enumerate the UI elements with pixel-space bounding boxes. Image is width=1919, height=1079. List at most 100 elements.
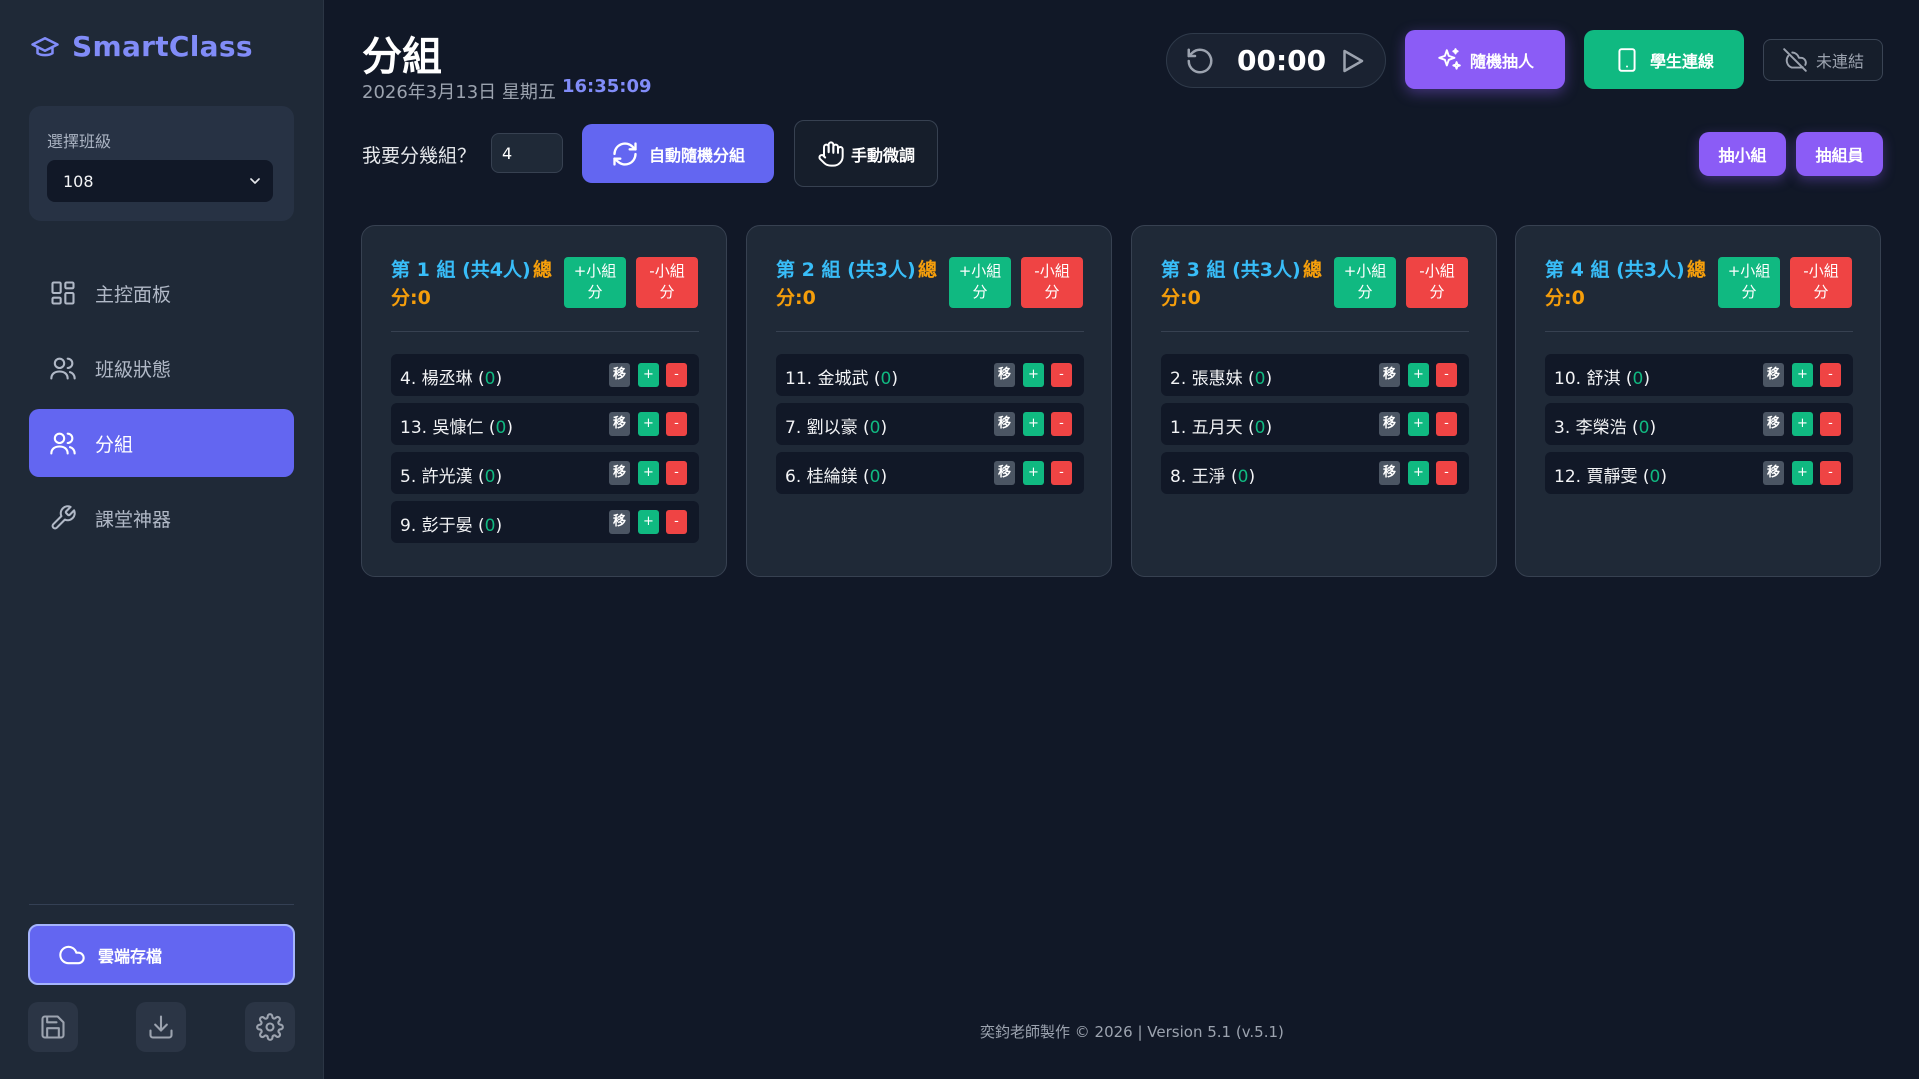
add-member-point-button[interactable]: + [1408,363,1429,387]
subtract-member-point-button[interactable]: - [666,461,687,485]
group-score-value: 0 [1187,287,1201,309]
move-member-button[interactable]: 移 [994,461,1015,485]
subtract-member-point-button[interactable]: - [1820,412,1841,436]
move-member-button[interactable]: 移 [1379,412,1400,436]
add-member-point-button[interactable]: + [1792,363,1813,387]
move-member-button[interactable]: 移 [1379,363,1400,387]
group-score-value: 0 [1571,287,1585,309]
member-name-text: 12. 賈靜雯 [1554,467,1638,487]
sidebar-item-grouping[interactable]: 分組 [29,409,294,477]
cloud-save-button[interactable]: 雲端存檔 [28,924,295,985]
auto-group-button[interactable]: 自動隨機分組 [582,124,774,183]
sidebar-item-class-status[interactable]: 班級狀態 [29,334,294,402]
users-icon [50,432,76,455]
connection-status-label: 未連結 [1815,52,1864,71]
member-row: 11. 金城武 (0) 移 + - [776,354,1084,396]
users-icon [50,357,76,380]
group-card-divider [391,331,699,332]
move-member-button[interactable]: 移 [1379,461,1400,485]
pick-member-button[interactable]: 抽組員 [1796,132,1883,176]
connection-status-button[interactable]: 未連結 [1763,39,1883,81]
move-member-button[interactable]: 移 [994,363,1015,387]
add-group-score-button[interactable]: +小組分 [564,257,626,308]
move-member-button[interactable]: 移 [609,363,630,387]
subtract-member-point-button[interactable]: - [666,412,687,436]
class-select[interactable]: 108 [47,160,273,202]
class-selector-panel: 選擇班級 108 [29,106,294,221]
move-member-button[interactable]: 移 [994,412,1015,436]
class-selector-label: 選擇班級 [47,132,112,151]
random-pick-button[interactable]: 隨機抽人 [1405,30,1565,89]
group-card-header: 第 3 組 (共3人) 總分:0 +小組分 -小組分 [1161,256,1469,312]
subtract-group-score-button[interactable]: -小組分 [1021,257,1083,308]
subtract-group-score-button[interactable]: -小組分 [1790,257,1852,308]
group-count-input[interactable] [491,133,563,173]
subtract-member-point-button[interactable]: - [1820,461,1841,485]
move-member-button[interactable]: 移 [1763,412,1784,436]
group-score-label: 總 [1687,259,1707,281]
save-button[interactable] [28,1002,78,1052]
add-member-point-button[interactable]: + [638,412,659,436]
subtract-member-point-button[interactable]: - [1436,461,1457,485]
add-member-point-button[interactable]: + [638,461,659,485]
download-button[interactable] [136,1002,186,1052]
subtract-group-score-button[interactable]: -小組分 [636,257,698,308]
sidebar: SmartClass 選擇班級 108 主控面板 班級狀態 分組 課堂神器 雲端… [0,0,324,1079]
sidebar-item-class-tools[interactable]: 課堂神器 [29,484,294,552]
student-connect-button[interactable]: 學生連線 [1584,30,1744,89]
subtract-member-point-button[interactable]: - [1820,363,1841,387]
member-row: 13. 吳慷仁 (0) 移 + - [391,403,699,445]
subtract-member-point-button[interactable]: - [1051,461,1072,485]
subtract-member-point-button[interactable]: - [666,363,687,387]
add-group-score-button[interactable]: +小組分 [1718,257,1780,308]
subtract-member-point-button[interactable]: - [1436,412,1457,436]
member-row: 1. 五月天 (0) 移 + - [1161,403,1469,445]
add-member-point-button[interactable]: + [1023,461,1044,485]
group-card-divider [1161,331,1469,332]
member-name-text: 13. 吳慷仁 [400,418,484,438]
move-member-button[interactable]: 移 [1763,363,1784,387]
student-connect-label: 學生連線 [1649,51,1714,71]
add-group-score-button[interactable]: +小組分 [949,257,1011,308]
member-name-text: 8. 王淨 [1170,467,1226,487]
download-icon [149,1015,173,1039]
member-name: 13. 吳慷仁 (0) [400,418,513,438]
add-member-point-button[interactable]: + [1408,412,1429,436]
add-member-point-button[interactable]: + [1408,461,1429,485]
member-name: 7. 劉以豪 (0) [785,418,888,438]
group-cards: 第 1 組 (共4人) 總分:0 +小組分 -小組分 4. 楊丞琳 (0) 移 + -13. … [361,225,1883,577]
add-member-point-button[interactable]: + [1023,363,1044,387]
add-group-score-label: 分 [972,283,988,301]
subtract-group-score-button[interactable]: -小組分 [1406,257,1468,308]
play-icon[interactable] [1337,46,1367,76]
add-group-score-label: 分 [1741,283,1757,301]
settings-button[interactable] [245,1002,295,1052]
member-row: 9. 彭于晏 (0) 移 + - [391,501,699,543]
member-points: 0 [1237,467,1249,487]
move-member-button[interactable]: 移 [609,412,630,436]
subtract-member-point-button[interactable]: - [1051,412,1072,436]
subtract-member-point-button[interactable]: - [666,510,687,534]
move-member-button[interactable]: 移 [609,461,630,485]
timer: 00:00 [1166,33,1386,88]
manual-adjust-button[interactable]: 手動微調 [794,120,938,187]
move-member-button[interactable]: 移 [609,510,630,534]
move-member-button[interactable]: 移 [1763,461,1784,485]
pick-group-button[interactable]: 抽小組 [1699,132,1786,176]
group-score-label: 分: [391,287,418,309]
sidebar-item-dashboard[interactable]: 主控面板 [29,259,294,327]
group-score: 分:0 [1545,284,1585,313]
add-member-point-button[interactable]: + [638,510,659,534]
add-member-point-button[interactable]: + [638,363,659,387]
add-group-score-button[interactable]: +小組分 [1334,257,1396,308]
add-member-point-button[interactable]: + [1792,461,1813,485]
reset-icon[interactable] [1185,46,1215,76]
add-member-point-button[interactable]: + [1023,412,1044,436]
subtract-member-point-button[interactable]: - [1436,363,1457,387]
add-member-point-button[interactable]: + [1792,412,1813,436]
subtract-member-point-button[interactable]: - [1051,363,1072,387]
sidebar-item-label: 課堂神器 [95,508,172,531]
member-points: 0 [484,516,496,536]
brand-name: SmartClass [72,30,253,63]
member-points: 0 [1638,418,1650,438]
